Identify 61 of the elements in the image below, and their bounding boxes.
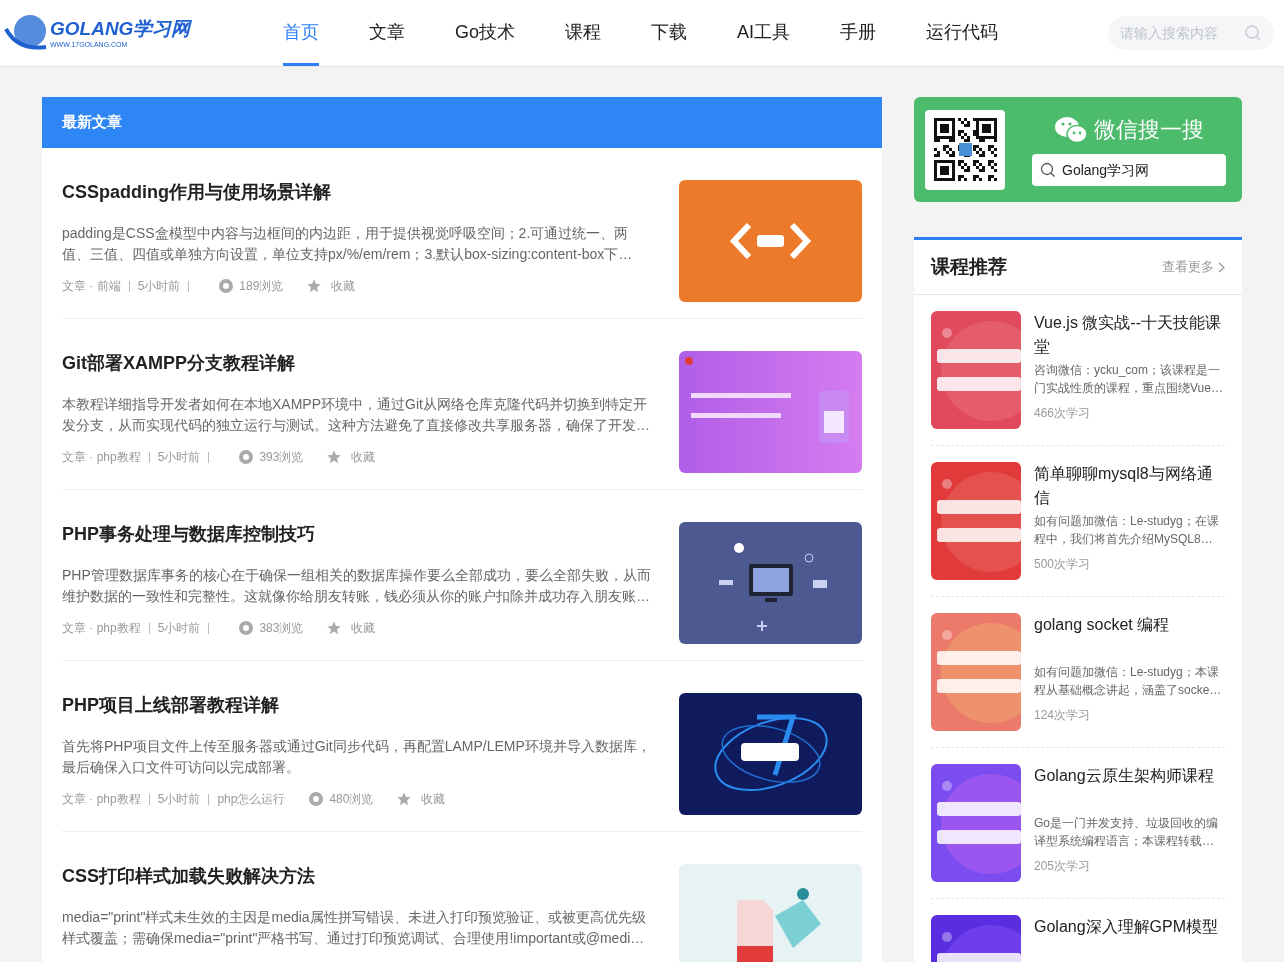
course-title[interactable]: Golang云原生架构师课程 — [1034, 764, 1225, 812]
article-category: 文章 · php教程 — [62, 621, 141, 635]
star-icon[interactable] — [327, 450, 342, 464]
article-time: 5小时前 — [157, 621, 201, 635]
chevron-right-icon — [1218, 261, 1225, 273]
article-time: 5小时前 — [137, 279, 181, 293]
panel-title: 最新文章 — [62, 112, 122, 133]
article-summary: 首先将PHP项目文件上传至服务器或通过Git同步代码，再配置LAMP/LEMP环境并导入数据库，最后确保入口文件可访问以完成部署。 — [62, 737, 651, 777]
course-title[interactable]: golang socket 编程 — [1034, 613, 1225, 661]
article-category: 文章 · 前端 — [62, 279, 121, 293]
course-summary: Go是一门并发支持、垃圾回收的编译型系统编程语言；本课程转载… — [1034, 815, 1219, 850]
learner-count: 205次学习 — [1034, 858, 1092, 875]
search-icon — [1040, 162, 1056, 178]
learner-count: 124次学习 — [1034, 707, 1092, 724]
nav-tab[interactable]: Go技术 — [455, 0, 515, 66]
article-category: 文章 · php教程 — [62, 450, 141, 464]
wechat-icon — [1054, 115, 1088, 144]
search-icon[interactable] — [1244, 24, 1262, 42]
eye-icon — [309, 792, 324, 806]
course-summary: 咨询微信：ycku_com；该课程是一门实战性质的课程，重点围绕Vue… — [1034, 362, 1224, 397]
article-title[interactable]: CSSpadding作用与使用场景详解 — [62, 180, 651, 204]
learner-count: 500次学习 — [1034, 556, 1092, 573]
article-title[interactable]: PHP事务处理与数据库控制技巧 — [62, 522, 651, 546]
article-summary: PHP管理数据库事务的核心在于确保一组相关的数据库操作要么全部成功，要么全部失败，从而维护数据的一致性和完整性。这就像你给朋友转账，钱必须从你的账户扣除并成功存入朋友账… — [62, 566, 651, 606]
nav-tab[interactable]: 运行代码 — [926, 0, 999, 66]
eye-icon — [219, 279, 234, 293]
star-icon[interactable] — [307, 279, 322, 293]
wechat-search-field[interactable]: Golang学习网 — [1032, 154, 1226, 186]
eye-icon — [239, 450, 254, 464]
article-category: 文章 · php教程 — [62, 792, 141, 806]
nav-tab[interactable]: 手册 — [840, 0, 877, 66]
article-title[interactable]: CSS打印样式加载失败解决方法 — [62, 864, 651, 888]
article-summary: padding是CSS盒模型中内容与边框间的内边距，用于提供视觉呼吸空间；2.可通过统一、两值、三值、四值或单独方向设置，单位支持px/%/em/rem；3.默认box-sizing:content-box下… — [62, 224, 634, 264]
view-count: 189浏览 — [239, 279, 284, 293]
qr-code-icon — [933, 118, 997, 181]
course-summary: 如有问题加微信：Le-studyg；本课程从基础概念讲起，涵盖了socke… — [1034, 664, 1223, 699]
nav-tab[interactable]: 下载 — [651, 0, 687, 66]
panel-title: 课程推荐 — [931, 254, 1007, 279]
course-title[interactable]: 简单聊聊mysql8与网络通信 — [1034, 462, 1225, 510]
star-icon[interactable] — [397, 792, 412, 806]
learner-count: 466次学习 — [1034, 405, 1092, 422]
wechat-title: 微信搜一搜 — [1094, 116, 1204, 144]
nav-tab[interactable]: AI工具 — [737, 0, 791, 66]
nav-tab[interactable]: 首页 — [283, 0, 319, 66]
article-title[interactable]: PHP项目上线部署教程详解 — [62, 693, 651, 717]
view-count: 480浏览 — [329, 792, 374, 806]
nav-tab[interactable]: 文章 — [369, 0, 405, 66]
course-summary: 如有问题加微信：Le-studyg；在课程中，我们将首先介绍MySQL8… — [1034, 513, 1220, 548]
nav-tab[interactable]: 课程 — [565, 0, 601, 66]
logo-text: GOLANG学习网 — [50, 17, 191, 40]
course-title[interactable]: Vue.js 微实战--十天技能课堂 — [1034, 311, 1225, 359]
article-time: 5小时前 — [157, 792, 201, 806]
view-count: 393浏览 — [259, 450, 304, 464]
view-count: 383浏览 — [259, 621, 304, 635]
course-title[interactable]: Golang深入理解GPM模型 — [1034, 915, 1225, 962]
eye-icon — [239, 621, 254, 635]
star-icon[interactable] — [327, 621, 342, 635]
article-title[interactable]: Git部署XAMPP分支教程详解 — [62, 351, 651, 375]
article-time: 5小时前 — [157, 450, 201, 464]
article-summary: 本教程详细指导开发者如何在本地XAMPP环境中，通过Git从网络仓库克隆代码并切换到特定开发分支，从而实现代码的独立运行与测试。这种方法避免了直接修改共享服务器，确保了开发… — [62, 395, 651, 435]
article-summary: media="print"样式未生效的主因是media属性拼写错误、未进入打印预览验证、或被更高优先级样式覆盖；需确保media="print"严格书写、通过打印预览调试、合理使用!important或@medi… — [62, 908, 647, 948]
